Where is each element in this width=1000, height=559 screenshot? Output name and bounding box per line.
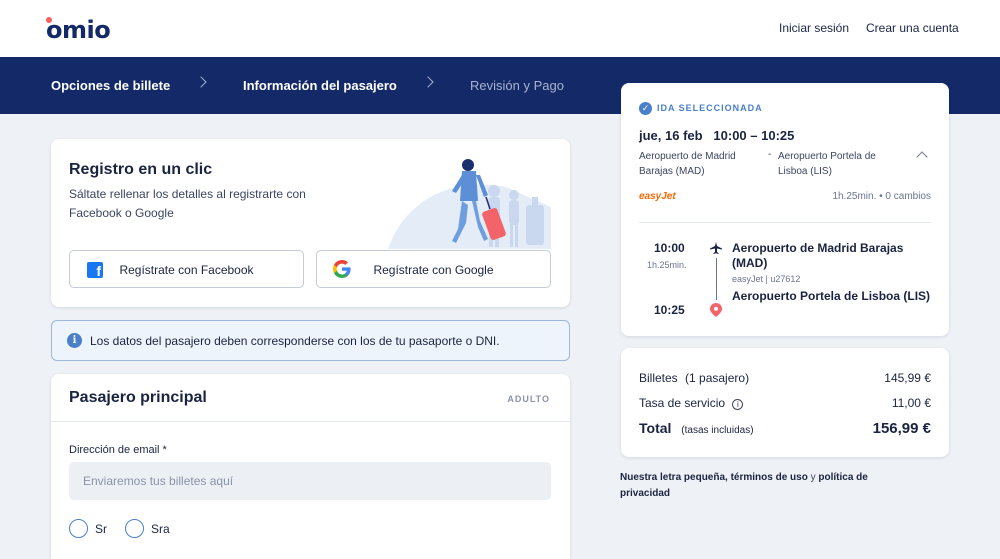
total-value: 156,99 € (872, 420, 931, 437)
departure-time: 10:00 (654, 241, 685, 255)
trip-destination: Aeropuerto Portela de Lisboa (LIS) (778, 151, 876, 177)
traveler-illustration (388, 159, 551, 249)
selected-outbound-label: IDA SELECCIONADA (657, 103, 763, 113)
google-button-label: Regístrate con Google (373, 263, 494, 277)
plane-icon (710, 242, 722, 254)
notice-text: Los datos del pasajero deben corresponde… (90, 334, 500, 348)
chevron-up-icon[interactable] (916, 151, 928, 163)
passenger-title: Pasajero principal (69, 389, 207, 406)
total-label: Total (639, 420, 672, 436)
trip-summary-card: ✓ IDA SELECCIONADA jue, 16 feb 10:00 – 1… (621, 83, 949, 336)
tickets-value: 145,99 € (884, 371, 931, 385)
trip-duration-changes: 1h.25min. • 0 cambios (832, 191, 931, 202)
arrival-time: 10:25 (654, 303, 685, 317)
service-fee-value: 11,00 € (891, 396, 931, 410)
route-line (716, 258, 717, 300)
departure-airport: Aeropuerto de Madrid Barajas (MAD) (732, 241, 904, 270)
signup-link[interactable]: Crear una cuenta (866, 21, 959, 35)
easyjet-logo: easyJet (639, 191, 676, 202)
tickets-count: (1 pasajero) (685, 371, 750, 385)
divider (51, 421, 570, 422)
chevron-right-icon (195, 76, 207, 88)
tickets-label: Billetes (639, 371, 678, 385)
fine-print-and: y (807, 472, 819, 483)
step-passenger-info: Información del pasajero (243, 78, 397, 93)
price-summary-card: Billetes (1 pasajero) 145,99 € Tasa de s… (621, 348, 949, 457)
arrival-airport: Aeropuerto Portela de Lisboa (LIS) (732, 289, 931, 303)
passport-notice: i Los datos del pasajero deben correspon… (51, 320, 570, 361)
omio-logo[interactable]: omio (46, 16, 111, 44)
title-radio-sr[interactable] (69, 519, 88, 538)
title-radio-sra[interactable] (125, 519, 144, 538)
one-click-registration-card: Registro en un clic Sáltate rellenar los… (51, 139, 570, 307)
tickets-row: Billetes (1 pasajero) 145,99 € (639, 371, 931, 385)
step-ticket-options[interactable]: Opciones de billete (51, 78, 170, 93)
service-fee-label: Tasa de servicio (639, 396, 726, 410)
registration-title: Registro en un clic (69, 161, 213, 178)
divider (639, 222, 931, 223)
flight-number: easyJet | u27612 (732, 274, 801, 284)
chevron-right-icon (422, 76, 434, 88)
service-fee-row: Tasa de servicio i 11,00 € (639, 396, 931, 410)
trip-date-time: jue, 16 feb 10:00 – 10:25 (639, 128, 795, 143)
registration-subtitle: Sáltate rellenar los detalles al registr… (69, 187, 306, 220)
google-signup-button[interactable]: Regístrate con Google (316, 250, 551, 288)
fine-print: Nuestra letra pequeña, términos de uso y… (620, 470, 920, 502)
info-icon[interactable]: i (732, 399, 744, 410)
facebook-button-label: Regístrate con Facebook (119, 263, 254, 277)
location-pin-icon (710, 303, 722, 317)
check-circle-icon: ✓ (639, 102, 652, 115)
logo-dot (46, 17, 52, 23)
total-row: Total (tasas incluidas) 156,99 € (639, 420, 931, 437)
step-review-payment: Revisión y Pago (470, 78, 564, 93)
title-label-sr: Sr (95, 522, 107, 536)
terms-link[interactable]: Nuestra letra pequeña, términos de uso (620, 472, 808, 483)
login-link[interactable]: Iniciar sesión (779, 21, 849, 35)
facebook-signup-button[interactable]: f Regístrate con Facebook (69, 250, 304, 288)
passenger-type-badge: ADULTO (507, 394, 550, 404)
route-separator: - (768, 149, 772, 160)
info-icon: i (67, 333, 82, 348)
total-sub: (tasas incluidas) (681, 425, 754, 436)
trip-origin: Aeropuerto de Madrid Barajas (MAD) (639, 151, 736, 177)
top-bar: omio Iniciar sesión Crear una cuenta (0, 0, 1000, 57)
main-passenger-card: Pasajero principal ADULTO Dirección de e… (51, 374, 570, 559)
title-label-sra: Sra (151, 522, 170, 536)
flight-duration: 1h.25min. (647, 260, 687, 270)
email-label: Dirección de email * (69, 444, 167, 456)
email-field[interactable] (69, 462, 551, 500)
